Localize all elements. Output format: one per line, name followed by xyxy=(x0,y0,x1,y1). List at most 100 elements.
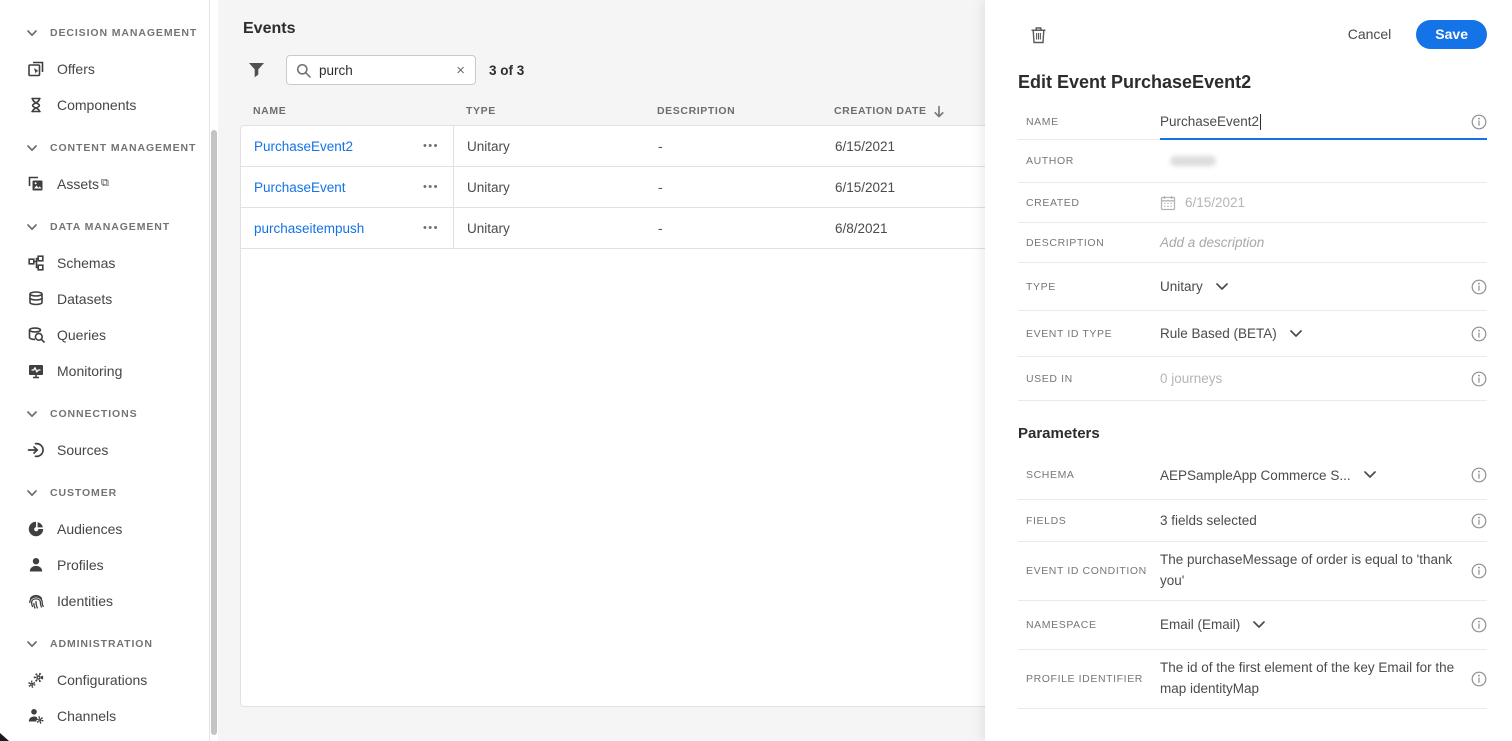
chevron-down-icon xyxy=(27,144,37,151)
event-name-link[interactable]: PurchaseEvent2 xyxy=(254,139,353,154)
column-header-description[interactable]: DESCRIPTION xyxy=(644,105,821,117)
chevron-down-icon xyxy=(27,489,37,496)
sidebar-section-decision-management[interactable]: DECISION MANAGEMENT xyxy=(0,15,218,51)
type-cell: Unitary xyxy=(467,138,510,154)
description-input[interactable]: Add a description xyxy=(1160,235,1487,250)
field-row-used-in: USED IN 0 journeys xyxy=(1018,357,1487,401)
event-name-link[interactable]: purchaseitempush xyxy=(254,221,364,236)
type-value: Unitary xyxy=(1160,279,1203,294)
filter-funnel-icon xyxy=(248,63,264,78)
type-dropdown[interactable]: Unitary xyxy=(1160,279,1228,294)
type-cell: Unitary xyxy=(467,179,510,195)
assets-icon xyxy=(26,175,45,194)
info-icon[interactable] xyxy=(1471,114,1487,130)
sidebar-section-label: DECISION MANAGEMENT xyxy=(50,27,198,39)
sidebar-section-data-management[interactable]: DATA MANAGEMENT xyxy=(0,209,218,245)
sidebar-item-components[interactable]: Components xyxy=(0,87,218,123)
field-label: EVENT ID CONDITION xyxy=(1026,564,1147,577)
fields-value[interactable]: 3 fields selected xyxy=(1160,513,1257,528)
sidebar-section-label: ADMINISTRATION xyxy=(50,638,153,650)
description-placeholder: Add a description xyxy=(1160,235,1265,250)
field-row-name: NAME PurchaseEvent2 xyxy=(1018,104,1487,140)
field-label: PROFILE IDENTIFIER xyxy=(1026,672,1143,685)
field-label: NAME xyxy=(1026,115,1059,128)
sidebar-item-configurations[interactable]: Configurations xyxy=(0,662,218,698)
info-icon[interactable] xyxy=(1471,371,1487,387)
sidebar-section-administration[interactable]: ADMINISTRATION xyxy=(0,626,218,662)
event-id-condition-value[interactable]: The purchaseMessage of order is equal to… xyxy=(1160,542,1461,600)
sidebar-item-label: Assets xyxy=(57,176,100,192)
delete-button[interactable] xyxy=(1027,23,1049,45)
chevron-down-icon xyxy=(27,410,37,417)
edit-event-panel: Cancel Save Edit Event PurchaseEvent2 NA… xyxy=(985,0,1512,741)
info-icon[interactable] xyxy=(1471,279,1487,295)
more-actions-button[interactable]: ••• xyxy=(423,222,439,234)
sidebar-item-label: Offers xyxy=(57,61,95,77)
sidebar-section-label: DATA MANAGEMENT xyxy=(50,221,171,233)
cancel-button[interactable]: Cancel xyxy=(1348,26,1392,42)
sidebar-section-label: CUSTOMER xyxy=(50,487,118,499)
sidebar-scrollbar-thumb[interactable] xyxy=(211,130,217,735)
description-cell: - xyxy=(658,138,663,154)
sidebar-item-schemas[interactable]: Schemas xyxy=(0,245,218,281)
field-row-author: AUTHOR xyxy=(1018,140,1487,183)
field-label: EVENT ID TYPE xyxy=(1026,327,1113,340)
sources-icon xyxy=(26,441,45,460)
sidebar-item-label: Sources xyxy=(57,442,109,458)
info-icon[interactable] xyxy=(1471,563,1487,579)
configurations-icon xyxy=(26,671,45,690)
event-id-type-dropdown[interactable]: Rule Based (BETA) xyxy=(1160,326,1302,341)
info-icon[interactable] xyxy=(1471,671,1487,687)
sidebar-item-assets[interactable]: Assets ⧉ xyxy=(0,166,218,202)
info-icon[interactable] xyxy=(1471,513,1487,529)
column-header-type[interactable]: TYPE xyxy=(453,105,644,117)
sidebar-item-profiles[interactable]: Profiles xyxy=(0,547,218,583)
field-label: TYPE xyxy=(1026,280,1056,293)
sidebar-item-audiences[interactable]: Audiences xyxy=(0,511,218,547)
sidebar-item-datasets[interactable]: Datasets xyxy=(0,281,218,317)
panel-header: Cancel Save xyxy=(1018,19,1487,49)
more-actions-button[interactable]: ••• xyxy=(423,181,439,193)
sidebar-item-label: Channels xyxy=(57,708,117,724)
info-icon[interactable] xyxy=(1471,617,1487,633)
sidebar-section-customer[interactable]: CUSTOMER xyxy=(0,475,218,511)
column-header-name[interactable]: NAME xyxy=(240,105,453,117)
created-value: 6/15/2021 xyxy=(1160,195,1487,211)
sidebar-item-offers[interactable]: Offers xyxy=(0,51,218,87)
schema-dropdown[interactable]: AEPSampleApp Commerce S... xyxy=(1160,468,1376,483)
sidebar-item-label: Profiles xyxy=(57,557,104,573)
more-actions-button[interactable]: ••• xyxy=(423,140,439,152)
name-input[interactable]: PurchaseEvent2 xyxy=(1160,113,1461,130)
namespace-value: Email (Email) xyxy=(1160,617,1241,633)
event-name-link[interactable]: PurchaseEvent xyxy=(254,180,346,195)
type-cell: Unitary xyxy=(467,220,510,236)
info-icon[interactable] xyxy=(1471,467,1487,483)
search-input[interactable] xyxy=(319,62,455,78)
channels-icon xyxy=(26,707,45,726)
sidebar-item-channels[interactable]: Channels xyxy=(0,698,218,734)
sidebar-section-content-management[interactable]: CONTENT MANAGEMENT xyxy=(0,130,218,166)
name-cell: purchaseitempush ••• xyxy=(241,208,454,248)
offers-icon xyxy=(26,60,45,79)
namespace-dropdown[interactable]: Email (Email) xyxy=(1160,617,1266,633)
chevron-down-icon xyxy=(1363,471,1376,478)
sidebar-item-monitoring[interactable]: Monitoring xyxy=(0,353,218,389)
sidebar-item-sources[interactable]: Sources xyxy=(0,432,218,468)
sidebar-item-identities[interactable]: Identities xyxy=(0,583,218,619)
sidebar-item-label: Audiences xyxy=(57,521,123,537)
sidebar-item-label: Schemas xyxy=(57,255,116,271)
info-icon[interactable] xyxy=(1471,326,1487,342)
clear-search-icon[interactable]: × xyxy=(454,63,467,78)
sidebar-section-connections[interactable]: CONNECTIONS xyxy=(0,396,218,432)
field-row-event-id-type: EVENT ID TYPE Rule Based (BETA) xyxy=(1018,311,1487,357)
field-label: AUTHOR xyxy=(1026,155,1074,167)
save-button[interactable]: Save xyxy=(1416,19,1487,49)
parameters-section-title: Parameters xyxy=(1018,425,1100,442)
field-row-schema: SCHEMA AEPSampleApp Commerce S... xyxy=(1018,451,1487,500)
field-label: SCHEMA xyxy=(1026,469,1075,481)
search-icon xyxy=(296,63,311,78)
sidebar-item-queries[interactable]: Queries xyxy=(0,317,218,353)
profiles-icon xyxy=(26,556,45,575)
profile-identifier-value[interactable]: The id of the first element of the key E… xyxy=(1160,650,1461,708)
filter-button[interactable] xyxy=(246,60,266,80)
